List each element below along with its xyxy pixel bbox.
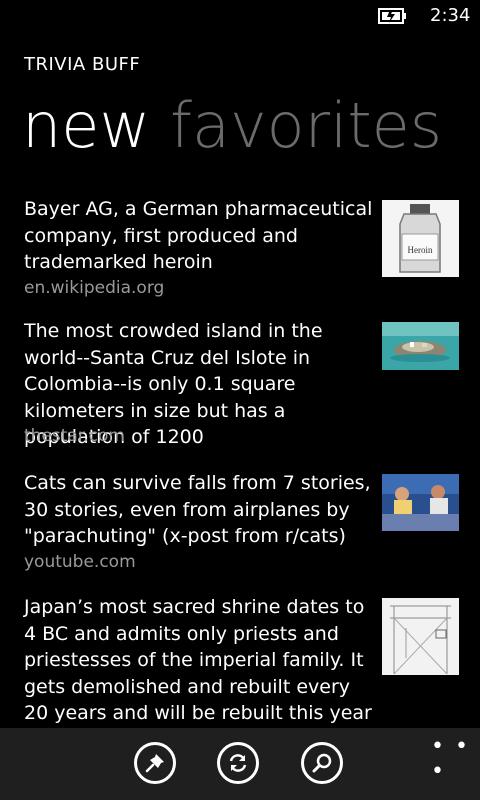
refresh-icon [229,754,247,772]
item-thumbnail [382,322,459,370]
battery-charging-icon [378,8,406,24]
item-source: youtube.com [24,552,136,572]
item-text: Cats can survive falls from 7 stories, 3… [24,472,371,547]
item-source: thestar.com [24,426,125,446]
more-options-button[interactable]: • • • [431,734,480,784]
status-time: 2:34 [430,5,471,26]
application-bar: • • • [0,728,480,800]
item-thumbnail [382,598,459,675]
search-icon [312,753,332,773]
list-item[interactable]: Japan’s most sacred shrine dates to 4 BC… [24,594,460,728]
bottle-label: Heroin [408,245,433,255]
pivot-tab-favorites[interactable]: favorites [170,86,442,166]
app-title: TRIVIA BUFF [24,54,141,75]
item-text: Bayer AG, a German pharmaceutical compan… [24,198,373,273]
item-source: en.wikipedia.org [24,278,165,298]
refresh-button[interactable] [217,742,259,784]
list-item[interactable]: Bayer AG, a German pharmaceutical compan… [24,196,460,306]
pin-icon [145,754,164,773]
search-button[interactable] [301,742,343,784]
pin-button[interactable] [134,742,176,784]
list-item[interactable]: Cats can survive falls from 7 stories, 3… [24,470,460,582]
pivot-tab-new[interactable]: new [22,86,150,166]
pivot-header: new favorites [22,86,462,166]
status-bar: 2:34 [0,0,480,32]
list-item[interactable]: The most crowded island in the world--Sa… [24,318,460,458]
item-thumbnail: Heroin [382,200,459,277]
item-text: Japan’s most sacred shrine dates to 4 BC… [24,596,372,724]
item-thumbnail [382,474,459,531]
